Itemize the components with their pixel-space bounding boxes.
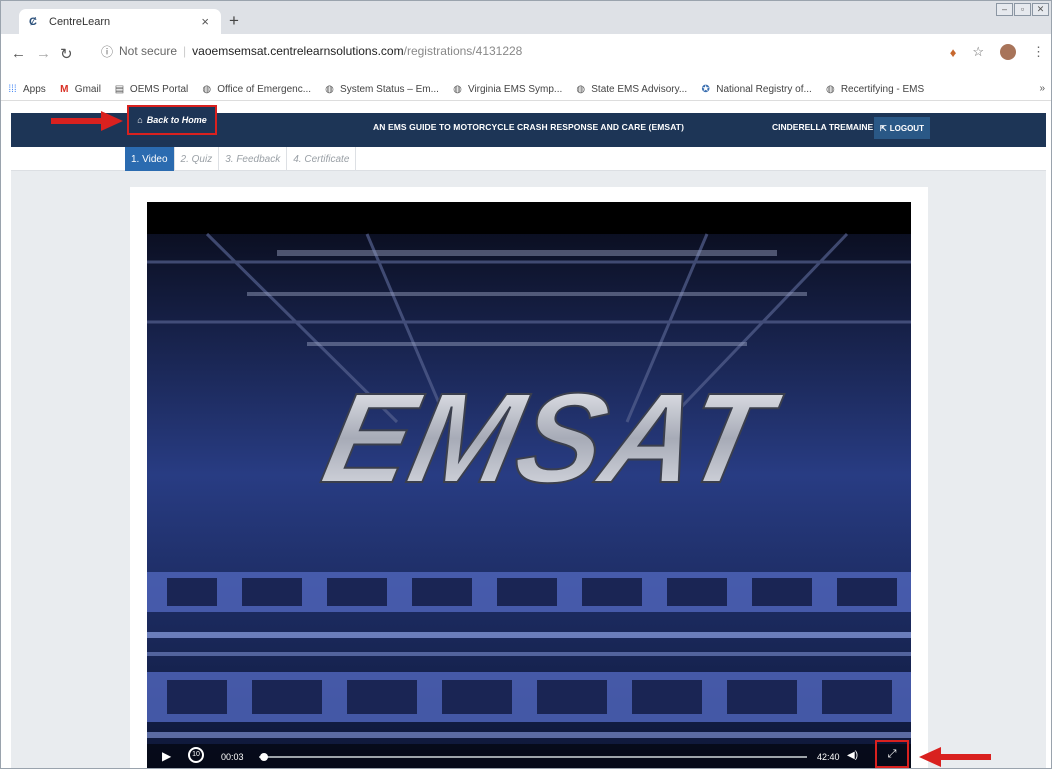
bookmark-label: Office of Emergenc... [217, 84, 312, 95]
logout-button[interactable]: ⇱ LOGOUT [874, 117, 930, 139]
course-title: AN EMS GUIDE TO MOTORCYCLE CRASH RESPONS… [373, 122, 685, 132]
bookmark-label: State EMS Advisory... [591, 84, 688, 95]
annotation-arrow-back-home [51, 111, 123, 131]
bookmark-label: National Registry of... [716, 84, 812, 95]
duration: 42:40 [817, 752, 840, 762]
url-separator: | [183, 44, 187, 58]
close-window-icon[interactable]: ✕ [1032, 3, 1049, 16]
bookmark-label: Virginia EMS Symp... [467, 84, 563, 95]
step-feedback[interactable]: 3. Feedback [219, 147, 288, 171]
globe-icon: ◍ [202, 84, 212, 95]
logout-label: LOGOUT [889, 123, 924, 133]
forward-arrow-icon[interactable]: → [36, 45, 51, 62]
logout-icon: ⇱ [880, 123, 887, 133]
bookmarks-overflow-icon[interactable]: » [1039, 83, 1045, 94]
browser-tab[interactable]: Ȼ CentreLearn × [19, 9, 221, 34]
centrelearn-favicon-icon: Ȼ [29, 15, 37, 28]
annotation-arrow-fullscreen [919, 747, 991, 767]
bookmark-label: Apps [23, 84, 46, 95]
url-path: /registrations/4131228 [403, 44, 523, 58]
step-video[interactable]: 1. Video [125, 147, 175, 171]
maximize-icon[interactable]: ▫ [1014, 3, 1031, 16]
fullscreen-icon: ⤢ [887, 747, 897, 760]
bookmark-recertifying[interactable]: ◍ Recertifying - EMS [825, 84, 924, 95]
volume-icon[interactable]: ◀) [847, 750, 858, 761]
toolbar-actions: ♦ ☆ ⋮ [950, 44, 1045, 60]
progress-scrubber[interactable] [259, 753, 807, 761]
bookmark-national-registry[interactable]: ✪ National Registry of... [700, 84, 812, 95]
url-host: vaoemsemsat.centrelearnsolutions.com [192, 44, 404, 58]
window-controls: – ▫ ✕ [996, 3, 1049, 16]
course-steps: 1. Video 2. Quiz 3. Feedback 4. Certific… [125, 147, 357, 171]
bookmark-system-status[interactable]: ◍ System Status – Em... [324, 84, 439, 95]
info-icon[interactable]: ⓘ [101, 43, 113, 60]
menu-kebab-icon[interactable]: ⋮ [1032, 44, 1045, 60]
emsat-title: EMSAT [312, 367, 791, 509]
bookmark-oems-portal[interactable]: ▤ OEMS Portal [114, 84, 189, 95]
registry-icon: ✪ [701, 84, 710, 95]
rewind-10-icon[interactable]: 10 [188, 747, 204, 763]
current-time: 00:03 [221, 752, 244, 762]
globe-icon: ◍ [453, 84, 462, 95]
bookmark-label: System Status – Em... [340, 84, 439, 95]
bookmark-office-emergency[interactable]: ◍ Office of Emergenc... [201, 84, 311, 95]
new-tab-button[interactable]: + [229, 11, 239, 31]
video-player[interactable]: EMSAT [147, 202, 911, 768]
bookmark-apps[interactable]: ⁞⁞⁞ Apps [7, 84, 46, 95]
user-name: CINDERELLA TREMAINE [772, 122, 874, 132]
minimize-icon[interactable]: – [996, 3, 1013, 16]
back-arrow-icon[interactable]: ← [11, 45, 26, 62]
step-certificate[interactable]: 4. Certificate [287, 147, 357, 171]
bookmark-label: Recertifying - EMS [840, 84, 925, 95]
page-icon: ▤ [114, 84, 125, 95]
back-to-home-link[interactable]: ⌂ Back to Home [127, 105, 217, 135]
video-frame: EMSAT [147, 202, 911, 768]
globe-icon: ◍ [576, 84, 586, 95]
profile-avatar[interactable] [1000, 44, 1016, 60]
browser-window: Ȼ CentreLearn × + – ▫ ✕ ← → ↻ ⓘ Not secu… [0, 0, 1052, 769]
tab-strip: Ȼ CentreLearn × + – ▫ ✕ [1, 1, 1051, 34]
globe-icon: ◍ [825, 84, 835, 95]
gmail-icon: M [60, 84, 69, 95]
bookmark-label: OEMS Portal [129, 84, 189, 95]
bookmarks-bar: ⁞⁞⁞ Apps M Gmail ▤ OEMS Portal ◍ Office of E… [1, 79, 1051, 101]
step-quiz[interactable]: 2. Quiz [175, 147, 220, 171]
close-tab-icon[interactable]: × [201, 14, 209, 29]
bookmark-state-ems[interactable]: ◍ State EMS Advisory... [575, 84, 687, 95]
bookmark-gmail[interactable]: M Gmail [59, 84, 101, 95]
browser-toolbar: ← → ↻ ⓘ Not secure | vaoemsemsat.centrel… [1, 34, 1051, 78]
bookmark-label: Gmail [74, 84, 101, 95]
fullscreen-button[interactable]: ⤢ [875, 740, 909, 768]
bookmark-virginia-ems[interactable]: ◍ Virginia EMS Symp... [452, 84, 562, 95]
home-icon: ⌂ [137, 115, 143, 125]
apps-grid-icon: ⁞⁞⁞ [8, 84, 17, 95]
reload-icon[interactable]: ↻ [60, 45, 73, 63]
scrubber-handle[interactable] [259, 753, 268, 761]
security-label: Not secure [119, 44, 178, 58]
back-to-home-label: Back to Home [146, 115, 207, 125]
play-icon[interactable]: ▶ [162, 749, 171, 763]
address-bar[interactable]: ⓘ Not secure | vaoemsemsat.centrelearnso… [101, 39, 981, 63]
bookmark-star-icon[interactable]: ☆ [972, 44, 984, 60]
tab-title: CentreLearn [49, 15, 111, 28]
globe-icon: ◍ [325, 84, 334, 95]
video-controls: ▶ 10 00:03 42:40 ◀) ⤢ [147, 740, 911, 768]
extension-icon[interactable]: ♦ [950, 45, 957, 60]
